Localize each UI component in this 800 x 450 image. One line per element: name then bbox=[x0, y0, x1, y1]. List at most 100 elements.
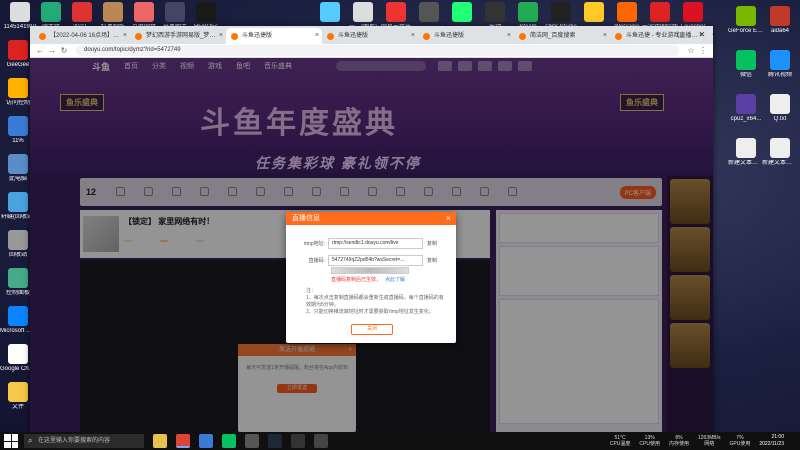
note-line: 2、只能切换推流端地址时才需要获取rtmp地址发生变化。 bbox=[306, 309, 434, 315]
learn-more-link[interactable]: 点此了解 bbox=[385, 277, 405, 283]
app-icon bbox=[736, 138, 756, 158]
rtmp-label: rtmp地址: bbox=[303, 240, 325, 247]
minimize-button[interactable]: – bbox=[647, 26, 669, 44]
app-icon bbox=[485, 2, 505, 22]
app-icon bbox=[584, 2, 604, 22]
app-icon bbox=[419, 2, 439, 22]
stat-label: CPU使用 bbox=[639, 441, 660, 447]
stat-label: GPU使用 bbox=[729, 441, 751, 447]
close-tab-icon[interactable]: × bbox=[219, 28, 223, 44]
tab-label: 斗鱼迅捷版 bbox=[434, 33, 465, 39]
app-icon bbox=[386, 2, 406, 22]
app-icon[interactable] bbox=[245, 434, 259, 448]
favicon-icon bbox=[135, 33, 142, 40]
desktop-icon[interactable]: Q.txt bbox=[762, 94, 798, 123]
copy-key-button[interactable]: 复制 bbox=[427, 257, 437, 264]
tab-label: 【2022-04-06 16点场】星秀... bbox=[50, 33, 130, 39]
stream-key-label: 直播码: bbox=[308, 257, 325, 264]
app-icon bbox=[8, 268, 28, 288]
system-stat: 1263MB/s 网络 bbox=[698, 435, 721, 447]
warning-message: 直播码复制后已生效， bbox=[331, 277, 382, 283]
desktop-icon[interactable] bbox=[312, 2, 348, 24]
app-icon bbox=[770, 138, 790, 158]
close-modal-button[interactable]: 关闭 bbox=[351, 324, 393, 335]
clock[interactable]: 21:00 2022/11/23 bbox=[759, 434, 784, 448]
browser-tab[interactable]: 斗鱼迅捷版 × bbox=[226, 28, 322, 44]
app-icon bbox=[8, 192, 28, 212]
start-button[interactable] bbox=[4, 434, 18, 448]
app-icon bbox=[650, 2, 670, 22]
rtmp-address-field[interactable]: rtmp://sendtc1.douyu.com/live bbox=[328, 237, 423, 249]
stat-label: 网络 bbox=[704, 441, 715, 447]
desktop-icon-label: 新建文本文档.txt bbox=[728, 160, 764, 166]
close-tab-icon[interactable]: × bbox=[603, 28, 607, 44]
desktop-icon[interactable]: 微信 bbox=[728, 50, 764, 79]
favicon-icon bbox=[231, 33, 238, 40]
maximize-button[interactable]: □ bbox=[669, 26, 691, 44]
stat-label: 内存使用 bbox=[668, 441, 689, 447]
desktop-icon-label: aida64 bbox=[770, 28, 790, 34]
browser-tab[interactable]: 斗鱼迅捷版 × bbox=[322, 28, 418, 44]
app-icon[interactable] bbox=[199, 434, 213, 448]
browser-tab[interactable]: 【2022-04-06 16点场】星秀... × bbox=[34, 28, 130, 44]
app-icon bbox=[518, 2, 538, 22]
file-explorer-icon[interactable] bbox=[153, 434, 167, 448]
back-icon[interactable]: ← bbox=[34, 46, 46, 55]
browser-tab[interactable]: 简洁网_百度搜索 × bbox=[514, 28, 610, 44]
tab-label: 简洁网_百度搜索 bbox=[530, 33, 576, 39]
close-icon[interactable]: × bbox=[446, 212, 451, 225]
system-stats: 51°C CPU温度 13% CPU使用 8% 内存使用 1263MB/s 网络 7% GPU使用 bbox=[610, 432, 760, 450]
browser-tab[interactable]: 梦幻西游手游网易版_梦幻西游... × bbox=[130, 28, 226, 44]
app-icon bbox=[452, 2, 472, 22]
browser-tab[interactable]: 斗鱼迅捷版 × bbox=[418, 28, 514, 44]
app-icon[interactable] bbox=[314, 434, 328, 448]
live-info-modal: 直播信息 × rtmp地址: rtmp://sendtc1.douyu.com/… bbox=[286, 212, 456, 343]
browser-window: 【2022-04-06 16点场】星秀... × 梦幻西游手游网易版_梦幻西游...… bbox=[30, 26, 713, 432]
desktop-icon[interactable] bbox=[411, 2, 447, 24]
wechat-icon[interactable] bbox=[222, 434, 236, 448]
window-controls: – □ ✕ bbox=[647, 26, 713, 44]
desktop-icon[interactable]: 新建文本文档 (4).txt bbox=[762, 138, 798, 167]
taskbar-search-input[interactable]: 在这里输入你要搜索的内容 bbox=[24, 434, 144, 448]
desktop-icon[interactable] bbox=[444, 2, 480, 24]
app-icon bbox=[8, 154, 28, 174]
desktop-icon[interactable]: GeForce Experience bbox=[728, 6, 764, 35]
menu-icon[interactable]: ⋮ bbox=[697, 46, 709, 55]
app-icon bbox=[736, 94, 756, 114]
chrome-icon[interactable] bbox=[176, 434, 190, 448]
url-input[interactable]: douyu.com/topic/dymz?rid=5472749 bbox=[76, 45, 679, 56]
desktop-icon[interactable]: 新建文本文档.txt bbox=[728, 138, 764, 167]
desktop-icon[interactable]: 腾讯视频 bbox=[762, 50, 798, 79]
modal-title: 直播信息 bbox=[292, 215, 320, 222]
copy-rtmp-button[interactable]: 复制 bbox=[427, 240, 437, 247]
steam-icon[interactable] bbox=[268, 434, 282, 448]
reload-icon[interactable]: ↻ bbox=[58, 46, 70, 55]
app-icon bbox=[8, 382, 28, 402]
stat-label: CPU温度 bbox=[609, 441, 631, 447]
desktop-icon[interactable]: aida64 bbox=[762, 6, 798, 35]
clock-date: 2022/11/23 bbox=[759, 441, 784, 447]
desktop-icon-label: Q.txt bbox=[773, 116, 787, 122]
desktop-icon[interactable] bbox=[576, 2, 612, 24]
app-icon bbox=[165, 2, 185, 22]
tab-label: 斗鱼迅捷版 bbox=[338, 33, 369, 39]
close-tab-icon[interactable]: × bbox=[507, 28, 511, 44]
app-icon bbox=[8, 306, 28, 326]
favicon-icon bbox=[519, 33, 526, 40]
close-tab-icon[interactable]: × bbox=[411, 28, 415, 44]
obs-icon[interactable] bbox=[291, 434, 305, 448]
stream-key-field[interactable]: 5472749rjZ2pd54b?wsSecret=... bbox=[328, 254, 423, 266]
app-icon bbox=[736, 50, 756, 70]
app-icon bbox=[72, 2, 92, 22]
warning-text: 直播码复制后已生效， 点此了解 bbox=[331, 276, 456, 283]
app-icon bbox=[770, 50, 790, 70]
close-tab-icon[interactable]: × bbox=[123, 28, 127, 44]
app-icon bbox=[103, 2, 123, 22]
favicon-icon bbox=[615, 33, 622, 40]
forward-icon[interactable]: → bbox=[46, 46, 58, 55]
desktop-icon[interactable]: cpuz_x64... bbox=[728, 94, 764, 123]
close-tab-icon[interactable]: × bbox=[315, 28, 319, 44]
close-window-button[interactable]: ✕ bbox=[691, 26, 713, 44]
star-icon[interactable]: ☆ bbox=[685, 46, 697, 55]
app-icon bbox=[770, 94, 790, 114]
